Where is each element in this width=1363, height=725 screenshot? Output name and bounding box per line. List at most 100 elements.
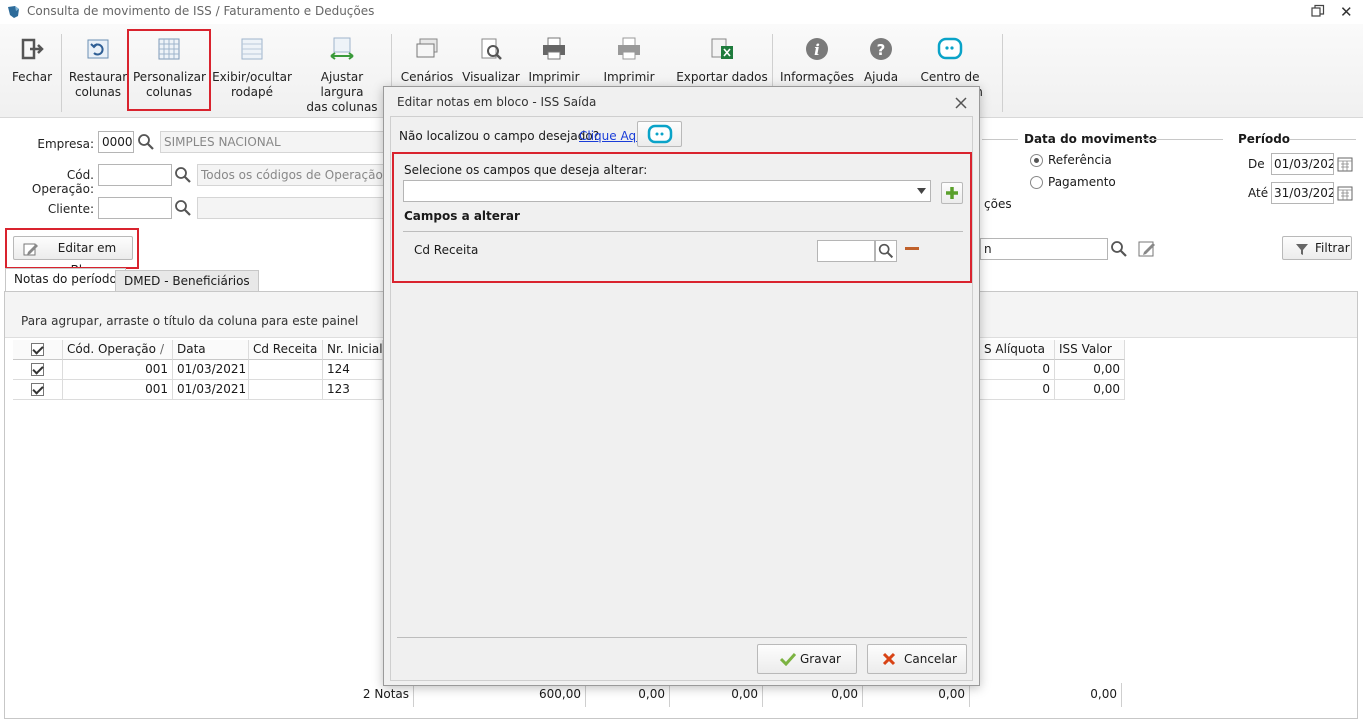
section-line <box>1290 139 1356 140</box>
section-line <box>982 139 1018 140</box>
close-window-icon[interactable]: ✕ <box>1340 3 1353 21</box>
tab-notas-periodo[interactable]: Notas do período <box>5 268 126 292</box>
cod-operacao-input[interactable] <box>98 164 172 186</box>
periodo-title: Período <box>1238 132 1291 146</box>
ajustar-largura-button[interactable]: Ajustar largura das colunas <box>298 24 386 118</box>
printer-icon <box>618 37 640 60</box>
highlight-personalizar <box>127 29 211 111</box>
dialog-title: Editar notas em bloco - ISS Saída <box>397 95 597 109</box>
toolbar-separator <box>61 34 62 112</box>
gravar-button[interactable]: Gravar <box>757 644 857 674</box>
cliente-input[interactable] <box>98 197 172 219</box>
highlight-editar-bloco <box>5 228 139 269</box>
radio-pagamento-label: Pagamento <box>1048 175 1116 189</box>
table-row-checkbox-cell[interactable] <box>13 380 63 400</box>
search-icon[interactable] <box>172 164 194 186</box>
search-icon[interactable] <box>172 197 194 219</box>
tab-dmed-beneficiarios[interactable]: DMED - Beneficiários <box>115 270 259 292</box>
chat-bubble-icon <box>937 37 963 60</box>
empresa-code-input[interactable]: 00003 <box>98 131 134 153</box>
exibir-ocultar-rodape-button[interactable]: Exibir/ocultar rodapé <box>212 24 292 118</box>
edit-filter-icon[interactable] <box>1136 238 1158 260</box>
not-found-text: Não localizou o campo desejado? <box>399 129 600 143</box>
svg-text:?: ? <box>877 41 886 59</box>
chat-bubble-icon <box>647 124 673 144</box>
footer-total: 0,00 <box>1040 683 1122 707</box>
table-cell <box>249 360 323 380</box>
svg-text:i: i <box>814 41 820 59</box>
row-checkbox[interactable] <box>31 363 44 376</box>
footer-total: 0,00 <box>670 683 763 707</box>
filter-icon <box>1296 244 1308 255</box>
search-icon[interactable] <box>1108 238 1130 260</box>
excel-export-icon <box>711 38 733 59</box>
ate-label: Até <box>1248 186 1269 200</box>
window-title: Consulta de movimento de ISS / Faturamen… <box>27 4 375 18</box>
cod-operacao-description: Todos os códigos de Operação <box>197 164 392 186</box>
window-titlebar: Consulta de movimento de ISS / Faturamen… <box>0 0 1363 24</box>
restaurar-colunas-button[interactable]: Restaurar colunas <box>66 24 130 118</box>
highlight-fields-section <box>392 152 972 283</box>
restore-columns-icon <box>87 39 109 59</box>
footer-toggle-icon <box>241 38 263 60</box>
cod-operacao-label: Cód. Operação: <box>31 168 94 196</box>
footer-total: 0,00 <box>586 683 670 707</box>
radio-referencia[interactable] <box>1030 154 1043 167</box>
header-data[interactable]: Data <box>173 340 249 360</box>
calendar-icon[interactable] <box>1336 184 1354 202</box>
scenarios-icon <box>416 38 438 58</box>
header-cod-operacao[interactable]: Cód. Operação / <box>63 340 173 360</box>
toolbar-separator <box>1002 34 1003 112</box>
table-row-checkbox-cell[interactable] <box>13 360 63 380</box>
search-icon[interactable] <box>135 131 157 153</box>
row-checkbox[interactable] <box>31 383 44 396</box>
radio-pagamento[interactable] <box>1030 176 1043 189</box>
table-cell: 124 <box>323 360 383 380</box>
preview-icon <box>481 38 502 60</box>
table-cell: 001 <box>63 380 173 400</box>
section-line <box>1141 139 1223 140</box>
cancel-icon <box>882 652 896 666</box>
header-nr-inicial[interactable]: Nr. Inicial <box>323 340 383 360</box>
table-cell: 0,00 <box>1055 380 1125 400</box>
data-movimento-title: Data do movimento <box>1024 132 1157 146</box>
chat-support-button[interactable] <box>637 121 682 147</box>
table-cell: 0 <box>980 380 1055 400</box>
table-cell: 01/03/2021 <box>173 360 249 380</box>
cancelar-button[interactable]: Cancelar <box>867 644 967 674</box>
cliente-description <box>197 197 392 219</box>
fechar-button[interactable]: Fechar <box>8 24 56 118</box>
printer-icon <box>543 37 565 60</box>
table-cell: 0,00 <box>1055 360 1125 380</box>
quick-search-input[interactable]: n <box>980 238 1108 260</box>
empresa-name-field: SIMPLES NACIONAL <box>160 131 392 153</box>
radio-referencia-label: Referência <box>1048 153 1112 167</box>
filtrar-button[interactable]: Filtrar <box>1282 236 1352 260</box>
table-cell: 01/03/2021 <box>173 380 249 400</box>
header-iss-valor[interactable]: ISS Valor <box>1055 340 1125 360</box>
data-ate-input[interactable]: 31/03/2021 <box>1271 182 1334 204</box>
select-all-checkbox[interactable] <box>31 343 44 356</box>
header-cd-receita[interactable]: Cd Receita <box>249 340 323 360</box>
data-de-input[interactable]: 01/03/2021 <box>1271 153 1334 175</box>
empresa-label: Empresa: <box>37 137 94 151</box>
check-icon <box>780 652 796 666</box>
cliente-label: Cliente: <box>47 202 94 216</box>
calendar-icon[interactable] <box>1336 155 1354 173</box>
footer-total: 600,00 <box>414 683 586 707</box>
footer-total: 0,00 <box>763 683 863 707</box>
help-icon: ? <box>870 38 892 60</box>
app-logo-icon <box>8 6 19 18</box>
footer-divider <box>397 637 967 638</box>
info-icon: i <box>806 38 828 60</box>
footer-total: 0,00 <box>863 683 970 707</box>
header-iss-aliquota[interactable]: S Alíquota <box>980 340 1055 360</box>
table-cell: 0 <box>980 360 1055 380</box>
table-cell: 123 <box>323 380 383 400</box>
close-icon[interactable] <box>955 97 967 109</box>
select-all-header[interactable] <box>13 340 63 360</box>
fit-columns-icon <box>330 37 354 60</box>
restore-window-icon[interactable] <box>1311 4 1325 18</box>
exit-icon <box>21 38 44 60</box>
footer-notas-count: 2 Notas <box>300 683 414 707</box>
